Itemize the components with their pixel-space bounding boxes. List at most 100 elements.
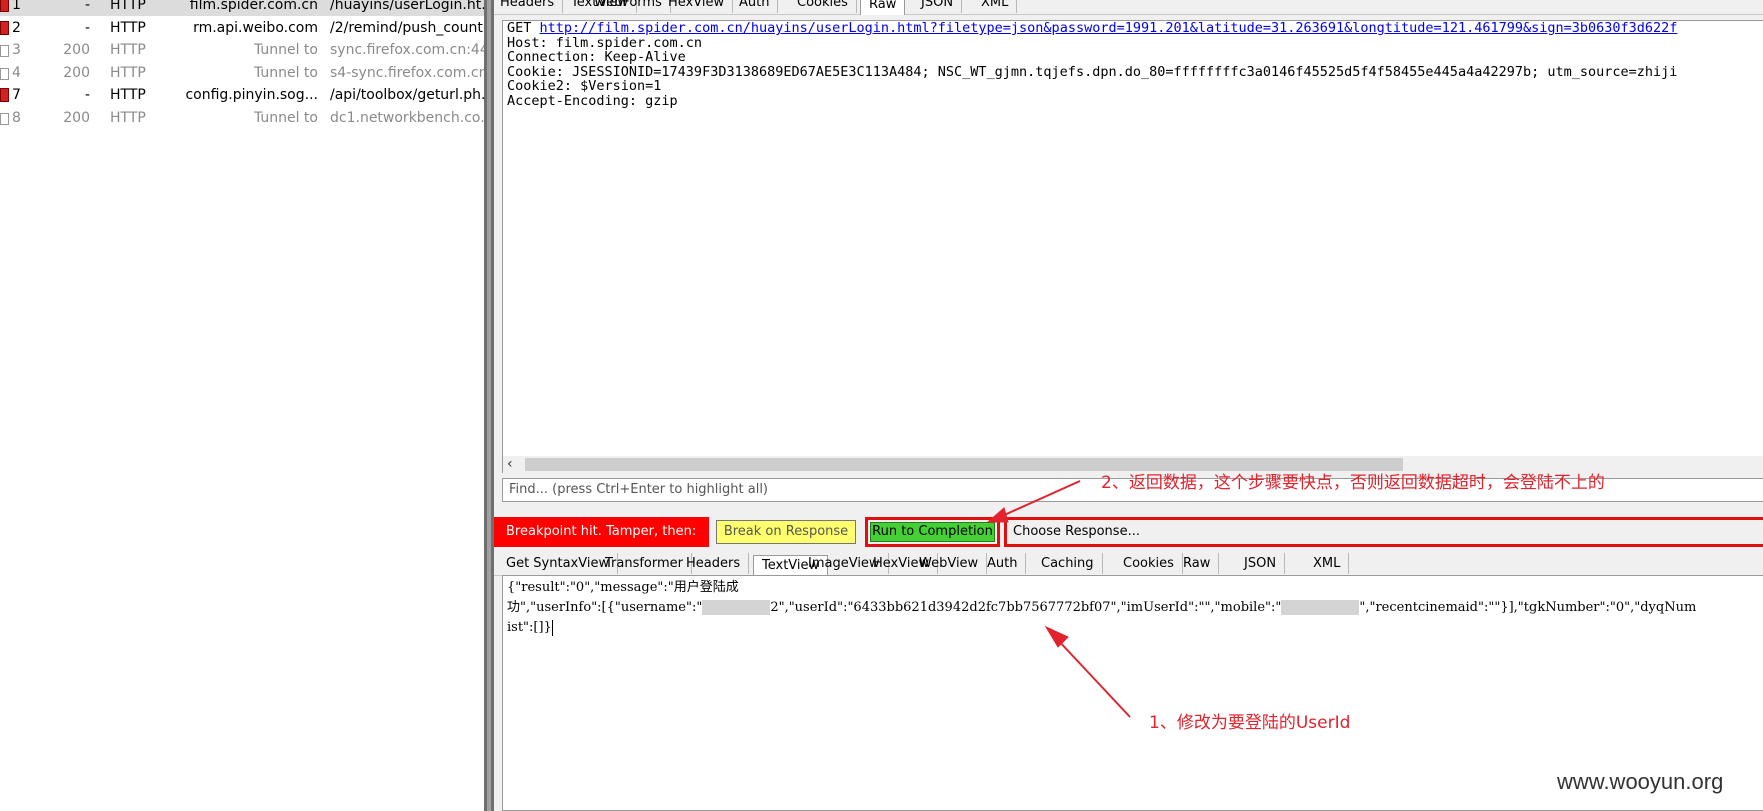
session-number: 2 xyxy=(12,19,21,36)
session-icon-cell xyxy=(0,84,10,106)
request-line: GET http://film.spider.com.cn/huayins/us… xyxy=(507,21,1763,36)
response-line-2b: 2","userId":"6433bb621d3942d2fc7bb756777… xyxy=(770,600,1282,615)
session-result: 200 xyxy=(63,109,90,126)
session-host: film.spider.com.cn xyxy=(189,0,318,13)
request-header-line: Host: film.spider.com.cn xyxy=(507,34,703,51)
request-header-lines: Host: film.spider.com.cn Connection: Keep… xyxy=(507,34,1763,109)
request-url-link[interactable]: http://film.spider.com.cn/huayins/userLo… xyxy=(540,21,1678,36)
session-result: 200 xyxy=(63,42,90,58)
annotation-step2: 2、返回数据，这个步骤要快点，否则返回数据超时，会登陆不上的 xyxy=(1101,473,1605,493)
response-line-2a: 功","userInfo":[{"username":" xyxy=(507,600,703,615)
session-number: 3 xyxy=(12,42,21,58)
request-header-line: Cookie2: $Version=1 xyxy=(507,78,662,95)
lock-icon xyxy=(0,45,9,57)
pane-splitter[interactable] xyxy=(484,0,494,811)
annotation-step1: 1、修改为要登陆的UserId xyxy=(1149,713,1351,733)
choose-response-dropdown[interactable]: Choose Response... xyxy=(1009,522,1763,542)
session-host: Tunnel to xyxy=(253,109,318,126)
response-tab-json[interactable]: JSON xyxy=(1236,553,1286,574)
response-line-1: {"result":"0","message":"用户登陆成 xyxy=(507,580,739,595)
response-line-3: ist":[]} xyxy=(507,618,1763,638)
splitter-grip xyxy=(487,0,491,811)
request-tab-raw[interactable]: Raw xyxy=(860,0,906,15)
session-protocol: HTTP xyxy=(110,19,146,36)
response-line-2c: ","recentcinemaid":""}],"tgkNumber":"0",… xyxy=(1359,600,1697,615)
request-raw-view[interactable]: GET http://film.spider.com.cn/huayins/us… xyxy=(502,20,1763,458)
session-url: /2/remind/push_count... xyxy=(330,19,484,36)
session-list[interactable]: 1 - HTTP film.spider.com.cn/huayins/userLog… xyxy=(0,0,484,811)
response-tab-raw[interactable]: Raw xyxy=(1175,553,1220,574)
session-row[interactable]: 3 200 HTTP Tunnel to sync.firefox.com.cn:44.… xyxy=(0,39,484,61)
response-tab-xml[interactable]: XML xyxy=(1305,553,1350,574)
session-icon-cell xyxy=(0,107,10,129)
response-tab-caching[interactable]: Caching xyxy=(1033,553,1103,574)
session-host: config.pinyin.sog... xyxy=(185,87,318,103)
inspector-pane: Headers TextView WebForms HexView Auth Cookie… xyxy=(494,0,1763,811)
request-tab-xml[interactable]: XML xyxy=(973,0,1018,13)
session-url: /huayins/userLogin.ht... xyxy=(330,0,484,13)
response-tab-cookies[interactable]: Cookies xyxy=(1115,553,1183,574)
session-row[interactable]: 1 - HTTP film.spider.com.cn/huayins/userLog… xyxy=(0,0,484,16)
session-icon-cell xyxy=(0,0,10,16)
session-protocol: HTTP xyxy=(110,109,146,126)
response-tab-auth[interactable]: Auth xyxy=(979,553,1027,574)
lock-icon xyxy=(0,67,9,80)
session-icon-cell xyxy=(0,62,10,84)
redacted-username xyxy=(702,600,771,615)
session-row[interactable]: 2 - HTTP rm.api.weibo.com/2/remind/push_cou… xyxy=(0,17,484,39)
session-protocol: HTTP xyxy=(110,0,146,13)
request-method: GET xyxy=(507,20,540,36)
response-tab-webview[interactable]: WebView xyxy=(911,553,988,574)
response-line-3-text: ist":[]} xyxy=(507,620,552,635)
session-icon-cell xyxy=(0,17,10,39)
session-protocol: HTTP xyxy=(110,42,146,58)
session-url: /api/toolbox/geturl.ph... xyxy=(330,87,484,103)
redacted-mobile xyxy=(1281,600,1360,615)
run-to-completion-button[interactable]: Run to Completion xyxy=(870,522,995,542)
watermark: www.wooyun.org xyxy=(1557,769,1724,794)
session-protocol: HTTP xyxy=(110,64,146,81)
session-number: 8 xyxy=(12,109,21,126)
request-tab-json[interactable]: JSON xyxy=(913,0,963,13)
scroll-left-icon[interactable]: ‹ xyxy=(507,456,513,473)
request-tab-headers[interactable]: Headers xyxy=(492,0,564,13)
request-header-line: Accept-Encoding: gzip xyxy=(507,92,678,109)
choose-response-highlight: Choose Response... xyxy=(1004,517,1763,547)
breakpoint-icon xyxy=(0,88,9,102)
request-tab-auth[interactable]: Auth xyxy=(731,0,779,13)
request-tab-bar: Headers TextView WebForms HexView Auth Cookie… xyxy=(494,0,1763,15)
response-line-2: 功","userInfo":[{"username":" 2","userId":… xyxy=(507,598,1763,618)
request-tab-hexview[interactable]: HexView xyxy=(660,0,734,13)
session-result: - xyxy=(84,87,90,103)
request-header-line: Connection: Keep-Alive xyxy=(507,49,686,66)
break-on-response-label: Break on Response xyxy=(723,524,849,539)
request-tab-webforms[interactable]: WebForms xyxy=(586,0,671,13)
breakpoint-icon xyxy=(0,20,9,35)
response-tab-headers[interactable]: Headers xyxy=(678,553,750,574)
breakpoint-icon xyxy=(0,0,9,12)
breakpoint-hit-label: Breakpoint hit. Tamper, then: xyxy=(494,517,709,547)
break-on-response-button[interactable]: Break on Response xyxy=(716,520,856,544)
session-result: - xyxy=(84,19,90,36)
session-row[interactable]: 4 200 HTTP Tunnel to s4-sync.firefox.com.cn.… xyxy=(0,62,484,84)
breakpoint-bar: Breakpoint hit. Tamper, then: Break on R… xyxy=(494,517,1763,547)
session-host: Tunnel to xyxy=(253,42,318,58)
session-url: dc1.networkbench.co... xyxy=(330,109,484,126)
run-to-completion-highlight: Run to Completion xyxy=(865,517,1000,547)
run-to-completion-label: Run to Completion xyxy=(872,524,993,539)
response-tab-bar: Get SyntaxView Transformer Headers TextView… xyxy=(494,553,1763,576)
session-number: 1 xyxy=(12,0,21,13)
request-tab-cookies[interactable]: Cookies xyxy=(789,0,857,13)
session-icon-cell xyxy=(0,39,10,61)
session-result: 200 xyxy=(63,64,90,81)
session-number: 4 xyxy=(12,64,21,81)
text-cursor xyxy=(551,619,553,636)
session-result: - xyxy=(84,0,90,13)
session-number: 7 xyxy=(12,87,21,103)
session-url: sync.firefox.com.cn:44... xyxy=(330,42,484,58)
session-row[interactable]: 7 - HTTP config.pinyin.sog... /api/toolbox/g… xyxy=(0,84,484,106)
session-host: Tunnel to xyxy=(253,64,318,81)
session-host: rm.api.weibo.com xyxy=(193,19,318,36)
request-header-line: Cookie: JSESSIONID=17439F3D3138689ED67AE… xyxy=(507,63,1678,80)
session-row[interactable]: 8 200 HTTP Tunnel to dc1.networkbench.co... xyxy=(0,107,484,129)
